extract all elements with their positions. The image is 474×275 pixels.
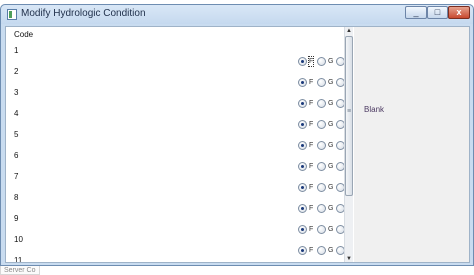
row-code-9: 9	[14, 214, 19, 223]
radio-f-label: F	[309, 163, 314, 170]
radio-f[interactable]	[298, 246, 307, 255]
row-code-8: 8	[14, 193, 19, 202]
row-code-4: 4	[14, 109, 19, 118]
radio-g-label: G	[328, 163, 334, 170]
hydrologic-condition-radio-group: FG	[298, 225, 346, 236]
radio-g[interactable]	[317, 57, 326, 66]
radio-g[interactable]	[317, 78, 326, 87]
row-code-1: 1	[14, 46, 19, 55]
row-code-3: 3	[14, 88, 19, 97]
radio-f-label: F	[309, 79, 314, 86]
radio-f-label: F	[309, 184, 314, 191]
radio-g[interactable]	[317, 183, 326, 192]
radio-f[interactable]	[298, 120, 307, 129]
application-icon	[7, 9, 17, 20]
row-code-11: 11	[14, 256, 23, 263]
content-area: Code 1FG2FG3FG4FG5FG6FG7FG8FG9FG10FG11FG…	[5, 26, 470, 263]
radio-g-label: G	[328, 121, 334, 128]
vertical-scrollbar[interactable]: ▲ ▼	[344, 27, 353, 262]
radio-g[interactable]	[317, 246, 326, 255]
blank-label: Blank	[364, 105, 385, 114]
code-column-header: Code	[14, 30, 34, 39]
close-icon: x	[456, 7, 462, 17]
hydrologic-condition-radio-group: FG	[298, 141, 346, 152]
row-code-5: 5	[14, 130, 19, 139]
hydrologic-condition-radio-group: FG	[298, 99, 346, 110]
row-code-10: 10	[14, 235, 23, 244]
radio-f-label: F	[307, 56, 315, 67]
radio-g-label: G	[328, 100, 334, 107]
radio-g-label: G	[328, 58, 334, 65]
radio-f[interactable]	[298, 141, 307, 150]
modify-hydrologic-condition-window: Modify Hydrologic Condition _ □ x Code 1…	[0, 4, 474, 266]
row-code-6: 6	[14, 151, 19, 160]
maximize-button[interactable]: □	[427, 6, 448, 19]
radio-g-label: G	[328, 79, 334, 86]
radio-g[interactable]	[317, 225, 326, 234]
radio-f-label: F	[309, 100, 314, 107]
radio-g[interactable]	[317, 162, 326, 171]
background-taskbar-text: Server Co	[0, 266, 40, 275]
radio-f[interactable]	[298, 57, 307, 66]
radio-g[interactable]	[317, 204, 326, 213]
minimize-button[interactable]: _	[405, 6, 427, 19]
scroll-up-arrow-icon[interactable]: ▲	[345, 27, 353, 36]
radio-g-label: G	[328, 247, 334, 254]
radio-f[interactable]	[298, 99, 307, 108]
title-bar[interactable]: Modify Hydrologic Condition _ □ x	[1, 5, 473, 24]
radio-g[interactable]	[317, 120, 326, 129]
radio-f[interactable]	[298, 204, 307, 213]
radio-g-label: G	[328, 184, 334, 191]
radio-g[interactable]	[317, 141, 326, 150]
radio-g-label: G	[328, 226, 334, 233]
hydrologic-condition-radio-group: FG	[298, 56, 346, 68]
hydrologic-condition-radio-group: FG	[298, 246, 346, 257]
row-code-7: 7	[14, 172, 19, 181]
maximize-icon: □	[434, 7, 441, 17]
hydrologic-code-grid: Code 1FG2FG3FG4FG5FG6FG7FG8FG9FG10FG11FG	[6, 27, 346, 263]
radio-g-label: G	[328, 205, 334, 212]
side-panel: Blank	[354, 27, 469, 262]
radio-f[interactable]	[298, 162, 307, 171]
hydrologic-condition-radio-group: FG	[298, 183, 346, 194]
radio-g-label: G	[328, 142, 334, 149]
radio-f-label: F	[309, 121, 314, 128]
hydrologic-condition-radio-group: FG	[298, 120, 346, 131]
radio-f-label: F	[309, 226, 314, 233]
row-code-2: 2	[14, 67, 19, 76]
minimize-icon: _	[413, 7, 419, 17]
hydrologic-condition-radio-group: FG	[298, 78, 346, 89]
scroll-down-arrow-icon[interactable]: ▼	[345, 255, 353, 262]
window-title: Modify Hydrologic Condition	[21, 8, 146, 19]
radio-f[interactable]	[298, 78, 307, 87]
radio-f[interactable]	[298, 225, 307, 234]
radio-f-label: F	[309, 142, 314, 149]
hydrologic-condition-radio-group: FG	[298, 204, 346, 215]
radio-f-label: F	[309, 205, 314, 212]
hydrologic-condition-radio-group: FG	[298, 162, 346, 173]
radio-f[interactable]	[298, 183, 307, 192]
radio-f-label: F	[309, 247, 314, 254]
radio-g[interactable]	[317, 99, 326, 108]
scroll-thumb[interactable]	[345, 36, 353, 196]
close-button[interactable]: x	[448, 6, 470, 19]
